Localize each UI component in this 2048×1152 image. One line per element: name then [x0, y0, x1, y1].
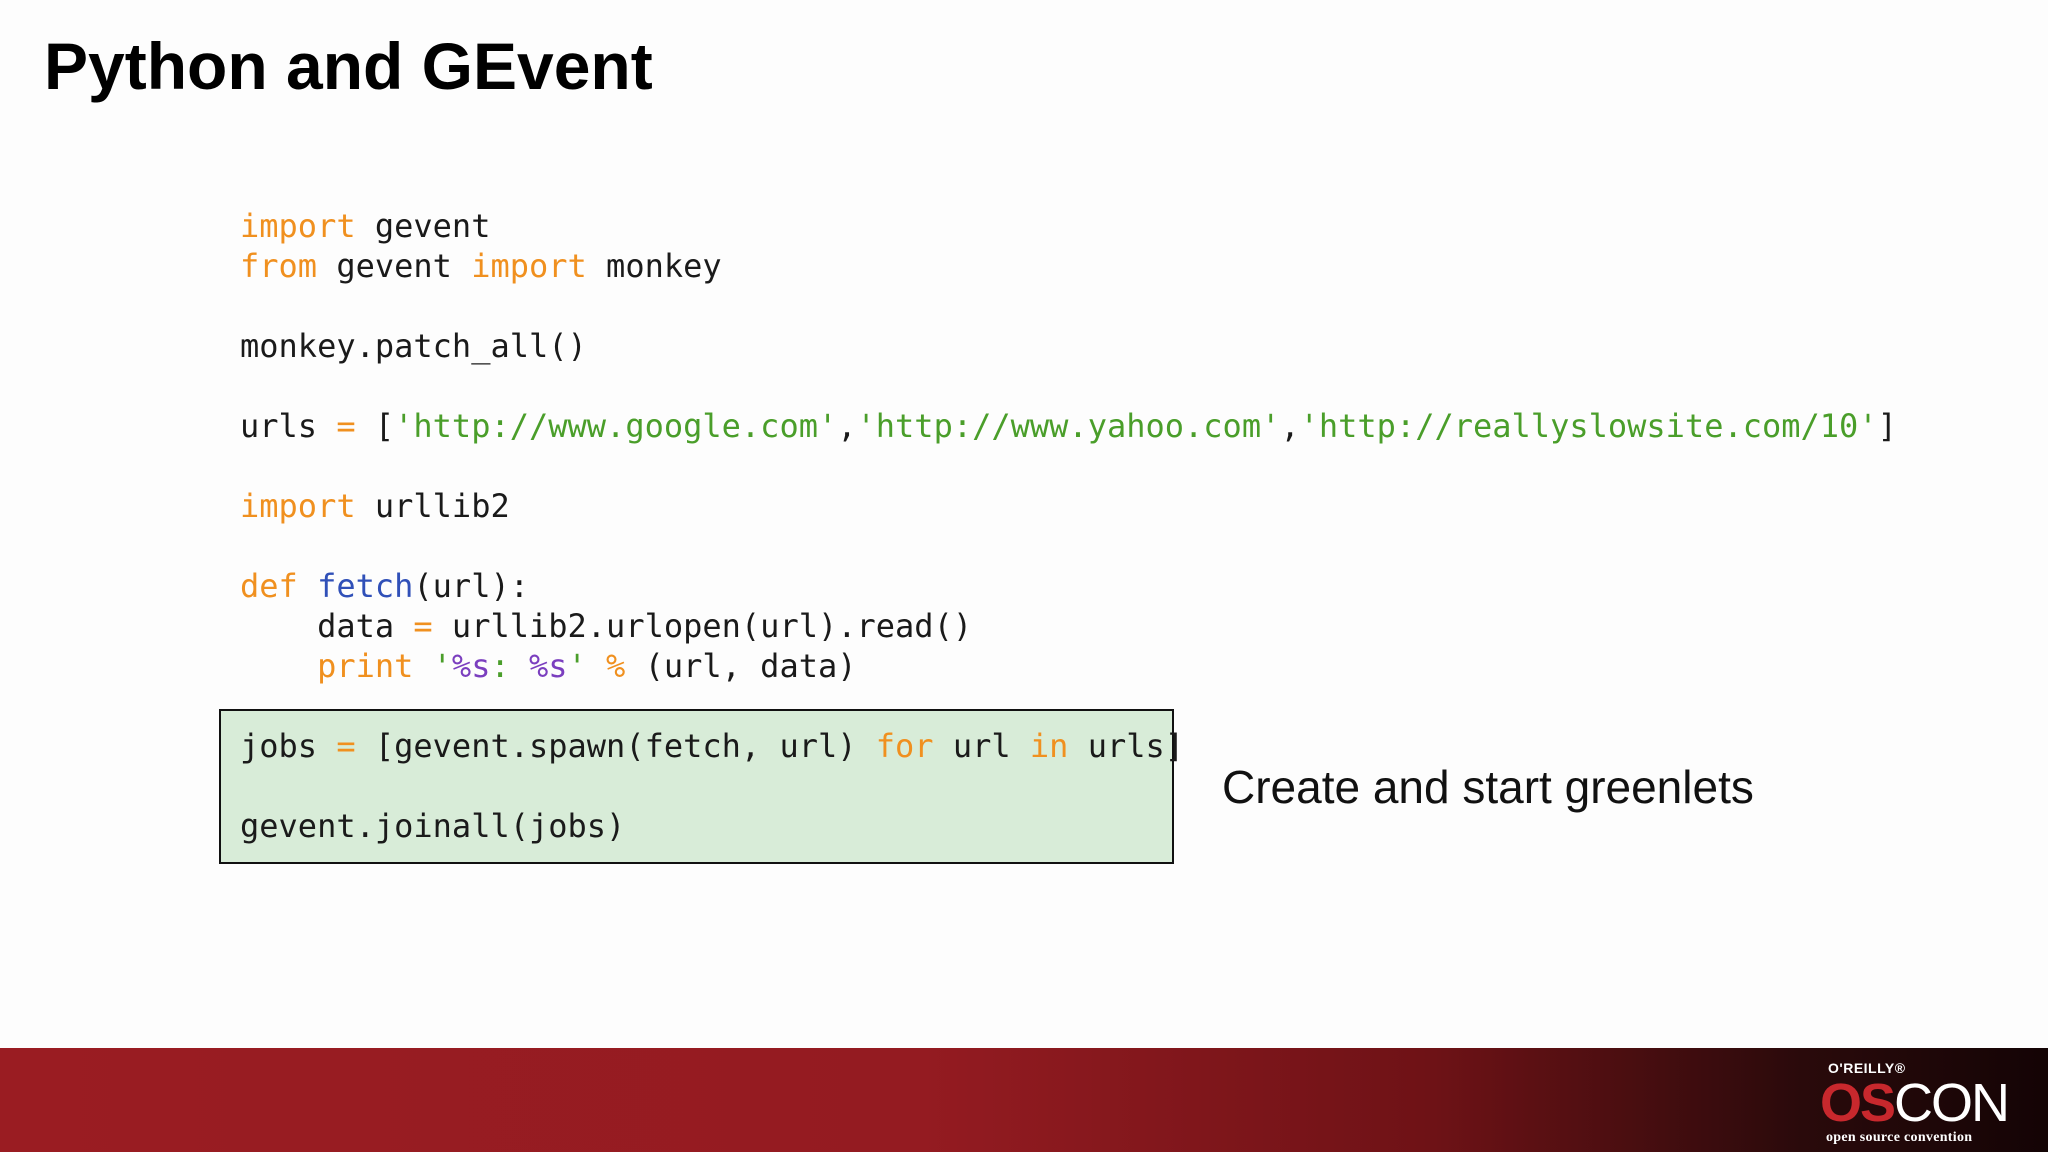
code-line-urls: urls = ['http://www.google.com','http://…	[240, 406, 1897, 446]
oscon-logo: O'REILLY® OSCON open source convention	[1820, 1060, 2020, 1146]
code-text: gevent	[355, 207, 491, 245]
code-text: data	[317, 607, 414, 645]
string-literal: :	[490, 647, 529, 685]
code-text: gevent.joinall(jobs)	[240, 807, 626, 845]
code-text: urllib2.urlopen(url).read()	[432, 607, 973, 645]
code-line-def-fetch: def fetch(url):	[240, 566, 1897, 606]
format-spec: %s	[451, 647, 491, 685]
string-literal: 'http://www.yahoo.com'	[856, 407, 1281, 445]
code-line-print: print '%s: %s' % (url, data)	[240, 646, 1897, 686]
keyword: in	[1029, 727, 1069, 765]
code-text: ,	[837, 407, 857, 445]
slide-title: Python and GEvent	[44, 29, 653, 103]
keyword: for	[875, 727, 934, 765]
keyword: import	[240, 207, 356, 245]
string-literal: 'http://reallyslowsite.com/10'	[1299, 407, 1878, 445]
logo-brand-os: OS	[1820, 1073, 1896, 1133]
keyword: def	[240, 567, 298, 605]
logo-brand: OSCON	[1820, 1076, 2020, 1130]
code-text: (url, data)	[625, 647, 857, 685]
operator: =	[336, 727, 356, 765]
code-text: jobs	[240, 727, 337, 765]
code-text: monkey	[586, 247, 722, 285]
string-literal: '	[432, 647, 452, 685]
keyword: import	[240, 487, 356, 525]
code-text: ]	[1877, 407, 1897, 445]
code-line-import-urllib2: import urllib2	[240, 486, 1897, 526]
code-line-import-gevent: import gevent	[240, 206, 1897, 246]
code-text: monkey.patch_all()	[240, 327, 587, 365]
string-literal: 'http://www.google.com'	[394, 407, 838, 445]
string-literal: '	[567, 647, 587, 685]
code-text: [	[355, 407, 395, 445]
code-text: urls	[240, 407, 337, 445]
code-line-urlopen: data = urllib2.urlopen(url).read()	[240, 606, 1897, 646]
footer-band	[0, 1048, 2048, 1152]
keyword: print	[317, 647, 414, 685]
code-text: urls]	[1068, 727, 1185, 765]
code-text: ,	[1280, 407, 1300, 445]
logo-brand-con: CON	[1894, 1073, 2010, 1133]
operator: %	[606, 647, 626, 685]
code-line-patch-all: monkey.patch_all()	[240, 326, 1897, 366]
code-text: [gevent.spawn(fetch, url)	[355, 727, 876, 765]
keyword: import	[471, 247, 587, 285]
operator: =	[413, 607, 433, 645]
code-text: urllib2	[355, 487, 510, 525]
code-line-from-import: from gevent import monkey	[240, 246, 1897, 286]
function-name: fetch	[317, 567, 414, 605]
code-block: import gevent from gevent import monkey …	[240, 206, 1897, 846]
code-text: (url):	[413, 567, 529, 605]
operator: =	[336, 407, 356, 445]
code-text: gevent	[317, 247, 472, 285]
code-text: url	[933, 727, 1030, 765]
annotation-text: Create and start greenlets	[1222, 761, 1754, 813]
keyword: from	[240, 247, 318, 285]
format-spec: %s	[528, 647, 568, 685]
